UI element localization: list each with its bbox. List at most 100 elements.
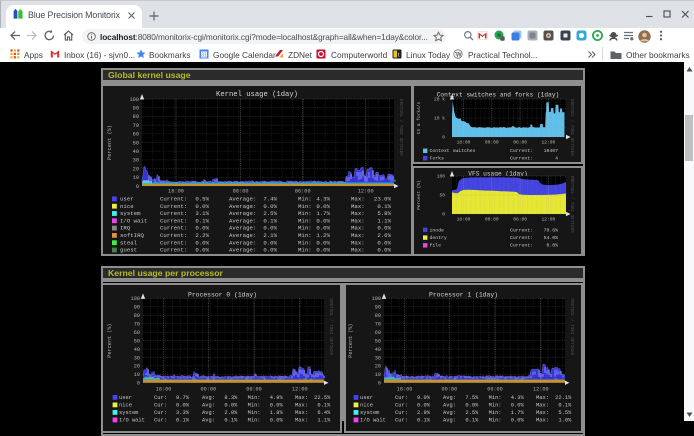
svg-text:Avg:: Avg: <box>202 410 215 416</box>
svg-text:0: 0 <box>378 381 381 387</box>
svg-text:Current:: Current: <box>510 243 533 249</box>
svg-text:IRQ: IRQ <box>120 225 131 232</box>
svg-text:9.7%: 9.7% <box>176 395 190 401</box>
svg-text:Average:: Average: <box>229 232 256 239</box>
svg-text:Average:: Average: <box>229 239 256 246</box>
svg-text:4.3%: 4.3% <box>511 395 525 401</box>
svg-text:2.1%: 2.1% <box>263 232 277 239</box>
svg-text:40: 40 <box>375 347 381 353</box>
svg-text:RRDTOOL / TOBI OETIKER: RRDTOOL / TOBI OETIKER <box>328 298 333 355</box>
svg-text:00:00: 00:00 <box>442 387 458 393</box>
svg-text:0.0%: 0.0% <box>465 403 479 409</box>
svg-text:Max:: Max: <box>351 203 365 210</box>
svg-text:5.5%: 5.5% <box>558 410 572 416</box>
svg-text:Processor 0 (1day): Processor 0 (1day) <box>188 292 257 299</box>
svg-text:0.0%: 0.0% <box>263 203 277 210</box>
svg-text:80: 80 <box>134 313 140 319</box>
svg-text:Min:: Min: <box>248 403 261 409</box>
svg-text:0.0%: 0.0% <box>316 203 330 210</box>
svg-text:06:00: 06:00 <box>513 217 527 223</box>
svg-text:Avg:: Avg: <box>443 395 456 401</box>
svg-text:user: user <box>119 395 132 401</box>
svg-text:80: 80 <box>375 313 381 319</box>
svg-text:0.0%: 0.0% <box>511 403 525 409</box>
svg-text:2.2%: 2.2% <box>195 232 209 239</box>
svg-text:70: 70 <box>375 322 381 328</box>
svg-text:50: 50 <box>134 338 140 344</box>
svg-text:00:00: 00:00 <box>201 387 217 393</box>
svg-text:Max:: Max: <box>351 196 365 203</box>
svg-text:0.0%: 0.0% <box>263 247 277 254</box>
svg-text:Max:: Max: <box>536 403 549 409</box>
svg-text:Min:: Min: <box>298 196 312 203</box>
svg-text:70: 70 <box>133 123 139 129</box>
svg-text:0.0%: 0.0% <box>316 217 330 224</box>
svg-text:0.0%: 0.0% <box>263 239 277 246</box>
svg-text:Percent (%): Percent (%) <box>416 180 422 210</box>
svg-text:0.0%: 0.0% <box>417 403 431 409</box>
svg-text:0.5%: 0.5% <box>195 196 209 203</box>
svg-text:0.0%: 0.0% <box>270 403 284 409</box>
svg-text:0.0%: 0.0% <box>377 247 391 254</box>
svg-text:0.0%: 0.0% <box>195 239 209 246</box>
svg-text:softIRQ: softIRQ <box>120 232 144 239</box>
svg-text:60: 60 <box>375 330 381 336</box>
svg-text:Processor 1 (1day): Processor 1 (1day) <box>429 292 498 299</box>
svg-text:Current:: Current: <box>160 247 187 254</box>
svg-text:user: user <box>120 196 134 203</box>
svg-text:Min:: Min: <box>298 247 312 254</box>
svg-text:3.1%: 3.1% <box>195 210 209 217</box>
svg-text:Percent (%): Percent (%) <box>348 323 354 357</box>
svg-text:8.3%: 8.3% <box>224 395 238 401</box>
svg-text:2.9%: 2.9% <box>417 410 431 416</box>
svg-text:22.5%: 22.5% <box>314 395 331 401</box>
svg-text:30: 30 <box>134 355 140 361</box>
svg-text:3.3%: 3.3% <box>176 410 190 416</box>
svg-text:90: 90 <box>134 305 140 311</box>
svg-text:Context switches: Context switches <box>430 148 476 154</box>
svg-text:31: 31 <box>201 53 207 59</box>
svg-text:2.0%: 2.0% <box>224 410 238 416</box>
svg-text:Max:: Max: <box>351 247 365 254</box>
svg-text:40: 40 <box>134 347 140 353</box>
svg-text:Min:: Min: <box>248 395 261 401</box>
svg-text:Average:: Average: <box>229 217 256 224</box>
svg-text:22.1%: 22.1% <box>555 395 572 401</box>
svg-text:18:00: 18:00 <box>457 217 471 223</box>
svg-text:2.5%: 2.5% <box>465 410 479 416</box>
svg-text:5.8%: 5.8% <box>377 210 391 217</box>
svg-text:Max:: Max: <box>351 210 365 217</box>
svg-text:Min:: Min: <box>298 217 312 224</box>
svg-text:90: 90 <box>133 106 139 112</box>
svg-text:Cur:: Cur: <box>154 410 167 416</box>
svg-text:steal: steal <box>120 239 138 246</box>
svg-text:10: 10 <box>133 175 139 181</box>
svg-text:50: 50 <box>133 140 139 146</box>
svg-text:10407: 10407 <box>544 148 559 154</box>
svg-text:0.0%: 0.0% <box>224 403 238 409</box>
svg-text:Min:: Min: <box>298 203 312 210</box>
svg-text:Max:: Max: <box>351 225 365 232</box>
svg-text:1.2%: 1.2% <box>316 232 330 239</box>
svg-text:Percent (%): Percent (%) <box>107 125 113 160</box>
svg-text:20: 20 <box>133 166 139 172</box>
svg-text:12:00: 12:00 <box>292 387 308 393</box>
svg-text:00:00: 00:00 <box>485 140 499 146</box>
svg-text:12:00: 12:00 <box>542 140 556 146</box>
svg-text:50: 50 <box>439 193 445 199</box>
svg-text:Min:: Min: <box>489 395 502 401</box>
svg-text:nice: nice <box>119 403 132 409</box>
svg-text:0.1%: 0.1% <box>195 217 209 224</box>
svg-text:23.0%: 23.0% <box>374 196 392 203</box>
svg-text:30: 30 <box>375 355 381 361</box>
svg-text:2.6%: 2.6% <box>377 232 391 239</box>
svg-text:0.0%: 0.0% <box>377 239 391 246</box>
svg-text:Max:: Max: <box>351 239 365 246</box>
svg-text:Current:: Current: <box>160 196 187 203</box>
svg-text:0.0%: 0.0% <box>546 243 558 249</box>
svg-text:4.9%: 4.9% <box>270 395 284 401</box>
svg-text:40: 40 <box>133 149 139 155</box>
svg-text:Percent (%): Percent (%) <box>107 323 113 357</box>
svg-text:Max:: Max: <box>351 232 365 239</box>
svg-text:6.4%: 6.4% <box>317 410 331 416</box>
